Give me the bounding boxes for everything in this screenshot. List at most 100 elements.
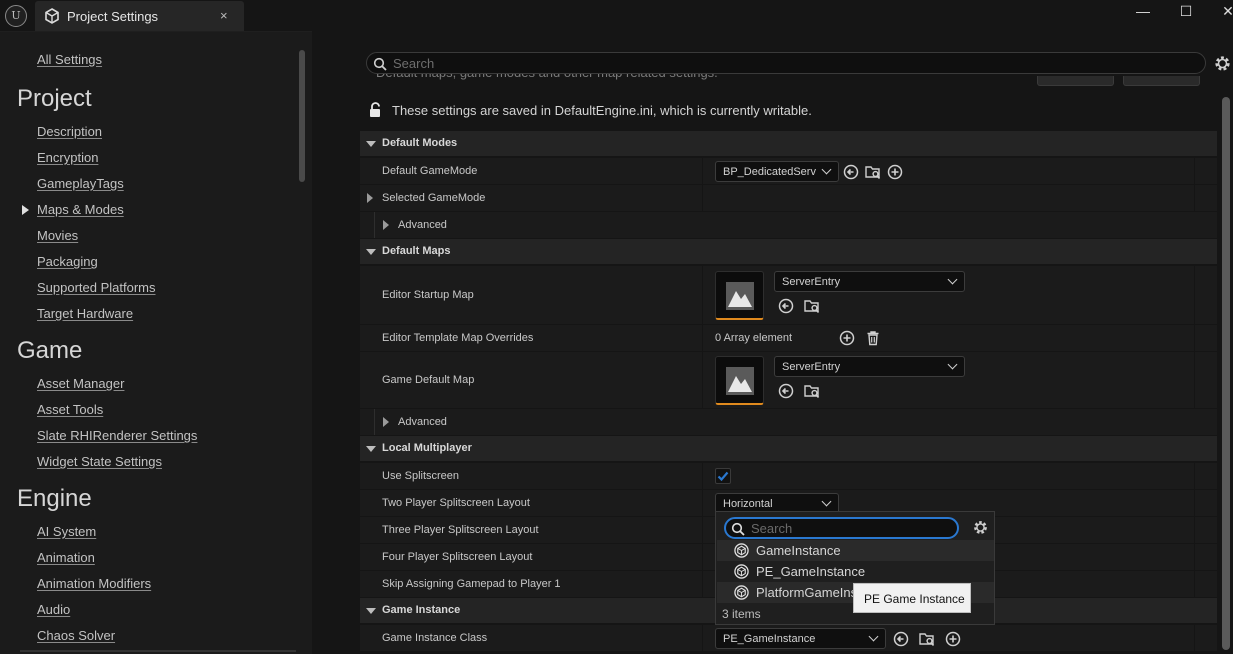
row-selected-gamemode[interactable]: Selected GameMode <box>360 185 1217 212</box>
import-button[interactable] <box>1123 76 1200 86</box>
title-bar: U Project Settings × — ☐ ✕ <box>0 0 1233 31</box>
use-selected-icon[interactable] <box>778 298 794 314</box>
list-item-label: GameInstance <box>756 543 841 558</box>
details-scrollbar[interactable] <box>1222 97 1230 650</box>
column-divider <box>702 463 703 489</box>
tab-project-settings[interactable]: Project Settings × <box>35 1 244 31</box>
sidebar-divider <box>20 650 296 652</box>
section-label: Local Multiplayer <box>382 442 472 454</box>
use-selected-icon[interactable] <box>778 383 794 399</box>
add-icon[interactable] <box>887 164 903 180</box>
sidebar-item-packaging[interactable]: Packaging <box>37 254 98 269</box>
row-advanced[interactable]: Advanced <box>360 212 1217 239</box>
sidebar-item-animation[interactable]: Animation <box>37 550 95 565</box>
row-label: Game Default Map <box>382 374 475 386</box>
maximize-icon[interactable]: ☐ <box>1175 2 1197 20</box>
use-selected-icon[interactable] <box>843 164 859 180</box>
list-item[interactable]: GameInstance <box>717 540 994 561</box>
browse-icon[interactable] <box>804 298 820 314</box>
column-divider <box>702 517 703 543</box>
trash-icon[interactable] <box>865 330 881 346</box>
row-label: Advanced <box>398 219 447 231</box>
row-label: Four Player Splitscreen Layout <box>382 551 533 563</box>
export-button[interactable] <box>1037 76 1114 86</box>
browse-icon[interactable] <box>919 631 935 647</box>
combo-value: BP_DedicatedServ <box>723 166 816 178</box>
sidebar-item-supported-platforms[interactable]: Supported Platforms <box>37 280 156 295</box>
row-label: Use Splitscreen <box>382 470 460 482</box>
sidebar-item-slate-rhirenderer[interactable]: Slate RHIRenderer Settings <box>37 428 197 443</box>
search-icon <box>731 522 745 536</box>
row-label: Skip Assigning Gamepad to Player 1 <box>382 578 561 590</box>
row-use-splitscreen: Use Splitscreen <box>360 463 1217 490</box>
sidebar-item-target-hardware[interactable]: Target Hardware <box>37 306 133 321</box>
sidebar-item-chaos-solver[interactable]: Chaos Solver <box>37 628 115 643</box>
settings-gear-icon[interactable] <box>1213 54 1232 73</box>
column-divider <box>1194 266 1195 324</box>
sidebar-item-movies[interactable]: Movies <box>37 228 78 243</box>
unreal-logo-icon[interactable]: U <box>5 5 27 27</box>
window-close-icon[interactable]: ✕ <box>1217 2 1233 20</box>
sidebar-item-encryption[interactable]: Encryption <box>37 150 98 165</box>
column-divider <box>1194 544 1195 570</box>
sidebar-item-asset-tools[interactable]: Asset Tools <box>37 402 103 417</box>
search-input[interactable]: Search <box>366 52 1206 74</box>
column-divider <box>702 158 703 184</box>
sidebar-item-widget-state[interactable]: Widget State Settings <box>37 454 162 469</box>
browse-icon[interactable] <box>804 383 820 399</box>
tab-title: Project Settings <box>67 9 159 24</box>
indent-guide <box>374 212 375 238</box>
section-default-maps[interactable]: Default Maps <box>360 239 1217 265</box>
list-item[interactable]: PE_GameInstance <box>717 561 994 582</box>
column-divider <box>702 325 703 351</box>
row-advanced[interactable]: Advanced <box>360 409 1217 436</box>
sidebar-item-ai-system[interactable]: AI System <box>37 524 96 539</box>
unreal-class-icon <box>734 585 749 600</box>
column-divider <box>702 544 703 570</box>
use-splitscreen-checkbox[interactable] <box>715 468 731 484</box>
use-selected-icon[interactable] <box>893 631 909 647</box>
add-icon[interactable] <box>945 631 961 647</box>
game-instance-class-combo[interactable]: PE_GameInstance <box>715 628 886 649</box>
writable-notice: These settings are saved in DefaultEngin… <box>392 103 812 118</box>
column-divider <box>1194 158 1195 184</box>
sidebar-scrollbar[interactable] <box>299 50 305 182</box>
row-game-default-map: Game Default Map ServerEntry <box>360 352 1217 409</box>
map-thumbnail[interactable] <box>715 271 764 320</box>
section-local-multiplayer[interactable]: Local Multiplayer <box>360 436 1217 462</box>
row-label: Selected GameMode <box>382 192 486 204</box>
minimize-icon[interactable]: — <box>1132 2 1154 20</box>
picker-settings-gear-icon[interactable] <box>972 519 989 536</box>
sidebar-item-animation-modifiers[interactable]: Animation Modifiers <box>37 576 151 591</box>
default-gamemode-combo[interactable]: BP_DedicatedServ <box>715 161 839 182</box>
sidebar-heading-game: Game <box>17 337 83 364</box>
sidebar-item-gameplaytags[interactable]: GameplayTags <box>37 176 124 191</box>
section-label: Default Modes <box>382 137 458 149</box>
column-divider <box>1194 463 1195 489</box>
column-divider <box>1194 490 1195 516</box>
sidebar-item-maps-modes[interactable]: Maps & Modes <box>37 202 124 217</box>
section-default-modes[interactable]: Default Modes <box>360 131 1217 157</box>
tooltip: PE Game Instance <box>853 583 971 613</box>
column-divider <box>702 352 703 408</box>
editor-startup-map-combo[interactable]: ServerEntry <box>774 271 965 292</box>
column-divider <box>1194 325 1195 351</box>
sidebar-item-description[interactable]: Description <box>37 124 102 139</box>
sidebar-item-all-settings[interactable]: All Settings <box>37 52 102 67</box>
chevron-down-icon <box>947 274 958 285</box>
game-default-map-combo[interactable]: ServerEntry <box>774 356 965 377</box>
row-editor-startup-map: Editor Startup Map ServerEntry <box>360 266 1217 325</box>
browse-icon[interactable] <box>865 164 881 180</box>
checkmark-icon <box>717 471 729 482</box>
popup-search-input[interactable]: Search <box>724 517 959 539</box>
popup-search-placeholder: Search <box>751 521 793 536</box>
section-label: Default Maps <box>382 245 451 257</box>
column-divider <box>702 571 703 597</box>
row-label: Game Instance Class <box>382 632 488 644</box>
tab-close-icon[interactable]: × <box>220 8 228 23</box>
sidebar-item-asset-manager[interactable]: Asset Manager <box>37 376 124 391</box>
add-element-icon[interactable] <box>839 330 855 346</box>
map-thumbnail[interactable] <box>715 356 764 405</box>
collapse-arrow-icon <box>366 249 376 255</box>
sidebar-item-audio[interactable]: Audio <box>37 602 70 617</box>
